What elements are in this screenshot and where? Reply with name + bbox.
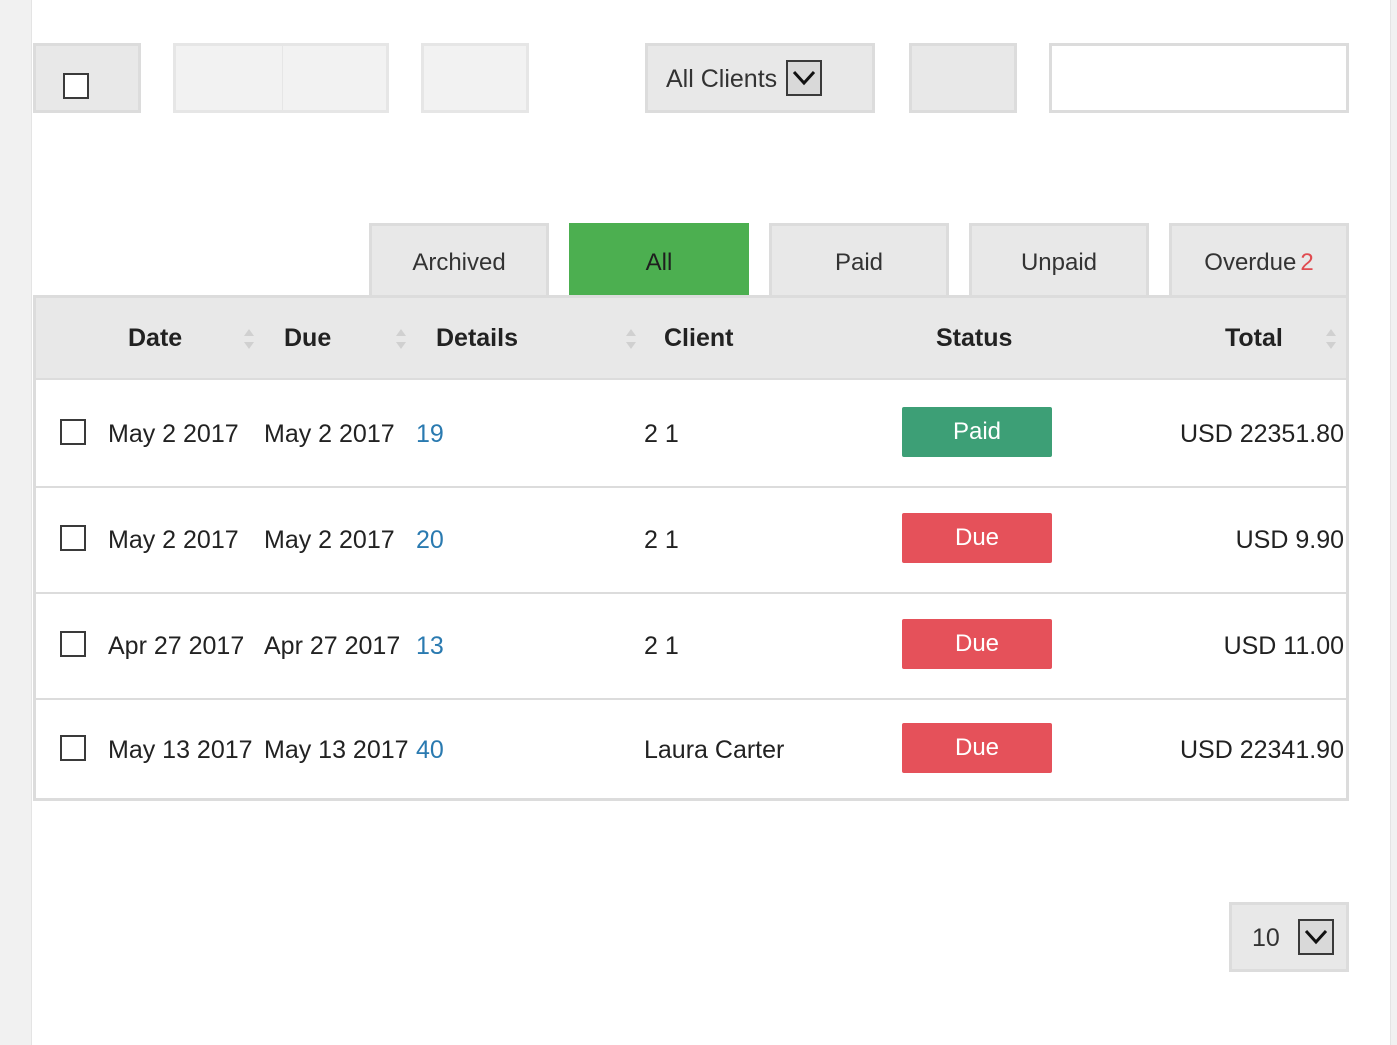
select-all-checkbox[interactable] <box>63 73 89 99</box>
search-input[interactable] <box>1049 43 1349 113</box>
client-filter-select[interactable]: All Clients <box>645 43 875 113</box>
overdue-count-badge: 2 <box>1300 249 1314 276</box>
filter-button[interactable] <box>909 43 1017 113</box>
column-header-date[interactable]: Date <box>128 324 182 353</box>
sort-icon[interactable] <box>396 328 406 350</box>
row-date: May 13 2017 <box>108 736 253 764</box>
left-sidebar-edge <box>0 0 32 1045</box>
tab-unpaid[interactable]: Unpaid <box>969 223 1149 297</box>
sort-icon[interactable] <box>1326 328 1336 350</box>
row-client: 2 1 <box>644 632 679 660</box>
bulk-action-button-2[interactable] <box>282 43 389 113</box>
select-all-control[interactable] <box>33 43 141 113</box>
row-total: USD 22341.90 <box>1179 736 1344 764</box>
status-badge: Due <box>902 723 1052 773</box>
sort-icon[interactable] <box>626 328 636 350</box>
right-scroll-edge <box>1390 0 1397 1045</box>
column-header-client: Client <box>664 324 734 352</box>
tab-label: Overdue <box>1204 249 1297 276</box>
row-due-date: May 13 2017 <box>264 736 409 764</box>
column-header-total[interactable]: Total <box>1225 324 1283 353</box>
row-date: May 2 2017 <box>108 420 239 448</box>
column-header-due[interactable]: Due <box>284 324 331 353</box>
tab-all[interactable]: All <box>569 223 749 297</box>
chevron-down-icon[interactable] <box>1298 919 1334 955</box>
row-total: USD 22351.80 <box>1179 420 1344 448</box>
tab-overdue[interactable]: Overdue 2 <box>1169 223 1349 297</box>
column-header-status: Status <box>936 324 1013 352</box>
status-badge: Due <box>902 513 1052 563</box>
table-row: Apr 27 2017 Apr 27 2017 13 2 1 Due USD 1… <box>36 594 1346 700</box>
invoice-number-link[interactable]: 13 <box>416 632 444 661</box>
status-badge: Due <box>902 619 1052 669</box>
tab-label: All <box>645 249 673 276</box>
table-row: May 2 2017 May 2 2017 19 2 1 Paid USD 22… <box>36 382 1346 488</box>
tab-label: Unpaid <box>1020 249 1098 276</box>
row-due-date: May 2 2017 <box>264 526 395 554</box>
invoice-number-link[interactable]: 19 <box>416 420 444 449</box>
row-due-date: Apr 27 2017 <box>264 632 401 660</box>
column-header-details[interactable]: Details <box>436 324 518 353</box>
row-client: 2 1 <box>644 526 679 554</box>
row-checkbox[interactable] <box>60 735 86 761</box>
row-date: May 2 2017 <box>108 526 239 554</box>
table-row: May 13 2017 May 13 2017 40 Laura Carter … <box>36 698 1346 804</box>
table-row: May 2 2017 May 2 2017 20 2 1 Due USD 9.9… <box>36 488 1346 594</box>
row-date: Apr 27 2017 <box>108 632 245 660</box>
tab-archived[interactable]: Archived <box>369 223 549 297</box>
chevron-down-icon[interactable] <box>786 60 822 96</box>
row-client: Laura Carter <box>644 736 785 764</box>
status-badge: Paid <box>902 407 1052 457</box>
invoices-table: Date Due Details Client Status Total May… <box>33 295 1349 801</box>
table-header: Date Due Details Client Status Total <box>36 298 1346 380</box>
tab-label: Paid <box>834 249 884 276</box>
row-total: USD 11.00 <box>1223 632 1344 660</box>
tab-label: Archived <box>412 249 506 276</box>
row-client: 2 1 <box>644 420 679 448</box>
row-checkbox[interactable] <box>60 419 86 445</box>
bulk-action-button-1[interactable] <box>173 43 284 113</box>
tab-paid[interactable]: Paid <box>769 223 949 297</box>
per-page-select[interactable]: 10 <box>1229 902 1349 972</box>
row-checkbox[interactable] <box>60 631 86 657</box>
row-due-date: May 2 2017 <box>264 420 395 448</box>
invoice-number-link[interactable]: 40 <box>416 736 444 765</box>
invoice-number-link[interactable]: 20 <box>416 526 444 555</box>
per-page-value: 10 <box>1252 924 1280 952</box>
client-filter-label: All Clients <box>666 65 778 93</box>
row-checkbox[interactable] <box>60 525 86 551</box>
toolbar-button[interactable] <box>421 43 529 113</box>
row-total: USD 9.90 <box>1235 526 1344 554</box>
sort-icon[interactable] <box>244 328 254 350</box>
